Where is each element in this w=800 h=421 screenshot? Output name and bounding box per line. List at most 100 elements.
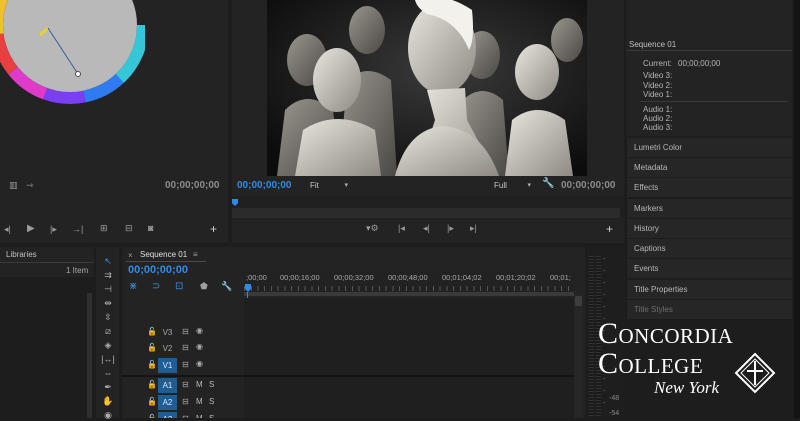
zoom-tool-icon[interactable]: ◉ [101,410,115,421]
video-audio-divider[interactable] [122,375,574,377]
timeline-scroll-thumb[interactable] [575,296,582,306]
chevron-down-icon: ▾ [527,182,531,189]
slide-tool-icon[interactable]: ⇔ [101,368,115,378]
lock-icon[interactable]: 🔓 [147,360,157,369]
track-label-v3[interactable]: V3 [158,325,177,340]
film-icon[interactable]: ⊟ [182,360,189,369]
marker-icon[interactable]: ▾⚙ [366,224,379,233]
hand-tool-icon[interactable]: ✋ [101,396,115,407]
timeline-vertical-scrollbar[interactable] [574,294,583,418]
add-marker-icon[interactable]: ⊡ [175,281,183,292]
camera-icon[interactable]: ◙ [148,224,153,233]
rolling-edit-tool-icon[interactable]: ⇹ [101,298,115,309]
snap-icon[interactable]: ⋇ [129,281,137,292]
info-audio-track: Audio 3: [643,123,673,132]
work-area-bar[interactable] [244,292,574,296]
wrench-icon[interactable]: 🔧 [542,179,554,189]
panel-captions[interactable]: Captions [627,239,792,258]
wrench-icon[interactable]: 🔧 [221,281,232,292]
resolution-label: Full [494,181,507,190]
slip-tool-icon[interactable]: |↔| [101,354,115,364]
timeline-sequence-tab[interactable]: Sequence 01 [140,250,187,259]
track-label-a2[interactable]: A2 [158,395,177,410]
color-wheel[interactable] [0,0,145,125]
rate-stretch-tool-icon[interactable]: ⇳ [101,312,115,323]
insert-icon[interactable]: ⊞ [100,224,108,233]
step-back-icon[interactable]: ◂| [4,225,11,234]
track-v3[interactable]: 🔓 V3 ⊟ ◉ [122,325,244,341]
panel-history[interactable]: History [627,219,792,238]
track-select-tool-icon[interactable]: ⇉ [101,270,115,281]
panel-lumetri-color[interactable]: Lumetri Color [627,138,792,157]
program-current-timecode[interactable]: 00;00;00;00 [237,180,291,191]
film-icon[interactable]: ⊟ [182,414,189,418]
export-frame-icon[interactable]: ⇾ [26,181,34,190]
panel-title-properties[interactable]: Title Properties [627,280,792,299]
step-forward-icon[interactable]: |▸ [50,225,57,234]
go-to-out-icon[interactable]: →| [72,225,83,234]
track-label-a1[interactable]: A1 [158,378,177,393]
track-a1[interactable]: 🔓 A1 ⊟ M S [122,378,244,394]
film-icon[interactable]: ⊟ [182,327,189,336]
linked-selection-icon[interactable]: ⊃ [152,281,160,292]
tab-menu-icon[interactable]: ≡ [193,250,198,259]
panel-effects[interactable]: Effects [627,178,792,197]
go-to-in-icon[interactable]: |◂ [398,224,405,233]
step-forward-icon[interactable]: |▸ [447,224,454,233]
zoom-fit-select[interactable]: Fit ▾ [304,180,350,192]
source-timecode[interactable]: 00;00;00;00 [165,180,219,191]
close-tab-icon[interactable]: × [128,251,133,260]
ruler-label: ;00;00 [246,273,267,282]
add-button-icon[interactable]: + [606,223,613,235]
ripple-edit-tool-icon[interactable]: ⊣ [101,284,115,295]
add-button-icon[interactable]: + [210,223,217,235]
film-icon[interactable]: ⊟ [182,343,189,352]
timeline-timecode[interactable]: 00;00;00;00 [128,264,188,276]
safe-margin-icon[interactable]: ▥ [9,181,18,190]
solo-button[interactable]: S [209,414,214,418]
lock-icon[interactable]: 🔓 [147,397,157,406]
eye-icon[interactable]: ◉ [196,359,203,368]
step-back-icon[interactable]: ◂| [423,224,430,233]
libraries-header-line [0,262,94,263]
libraries-title[interactable]: Libraries [6,250,37,259]
panel-events[interactable]: Events [627,259,792,278]
razor-blade-icon[interactable]: ◈ [101,340,115,351]
lock-icon[interactable]: 🔓 [147,343,157,352]
track-a3[interactable]: 🔓 A3 ⊟ M S [122,412,244,418]
eye-icon[interactable]: ◉ [196,326,203,335]
solo-button[interactable]: S [209,397,214,406]
play-icon[interactable]: ▶ [27,224,35,234]
go-to-out-icon[interactable]: ▸| [470,224,477,233]
selection-tool-icon[interactable]: ↖ [101,256,115,267]
resolution-select[interactable]: Full ▾ [489,180,533,192]
razor-tool-icon[interactable]: ⧄ [101,326,115,337]
info-video-track: Video 3: [643,71,673,80]
program-scrub-bar[interactable] [232,196,624,220]
track-a2[interactable]: 🔓 A2 ⊟ M S [122,395,244,411]
film-icon[interactable]: ⊟ [182,397,189,406]
program-transport: ▾⚙ |◂ ◂| |▸ ▸| + [232,223,624,237]
mute-button[interactable]: M [196,380,203,389]
solo-button[interactable]: S [209,380,214,389]
panel-markers[interactable]: Markers [627,199,792,218]
marker-icon[interactable]: ⬟ [200,281,208,292]
playhead-marker[interactable] [232,199,238,206]
mute-button[interactable]: M [196,414,203,418]
track-v1[interactable]: 🔓 V1 ⊟ ◉ [122,358,244,374]
eye-icon[interactable]: ◉ [196,342,203,351]
lock-icon[interactable]: 🔓 [147,414,157,418]
mute-button[interactable]: M [196,397,203,406]
track-label-a3[interactable]: A3 [158,412,177,418]
lock-icon[interactable]: 🔓 [147,380,157,389]
lock-icon[interactable]: 🔓 [147,327,157,336]
track-label-v1[interactable]: V1 [158,358,177,373]
panel-metadata[interactable]: Metadata [627,158,792,177]
pen-tool-icon[interactable]: ✒ [101,382,115,393]
track-v2[interactable]: 🔓 V2 ⊟ ◉ [122,341,244,357]
logo-line-3: New York [654,378,720,397]
film-icon[interactable]: ⊟ [182,380,189,389]
track-label-v2[interactable]: V2 [158,341,177,356]
overwrite-icon[interactable]: ⊟ [125,224,133,233]
libraries-scrollbar[interactable] [87,293,92,418]
